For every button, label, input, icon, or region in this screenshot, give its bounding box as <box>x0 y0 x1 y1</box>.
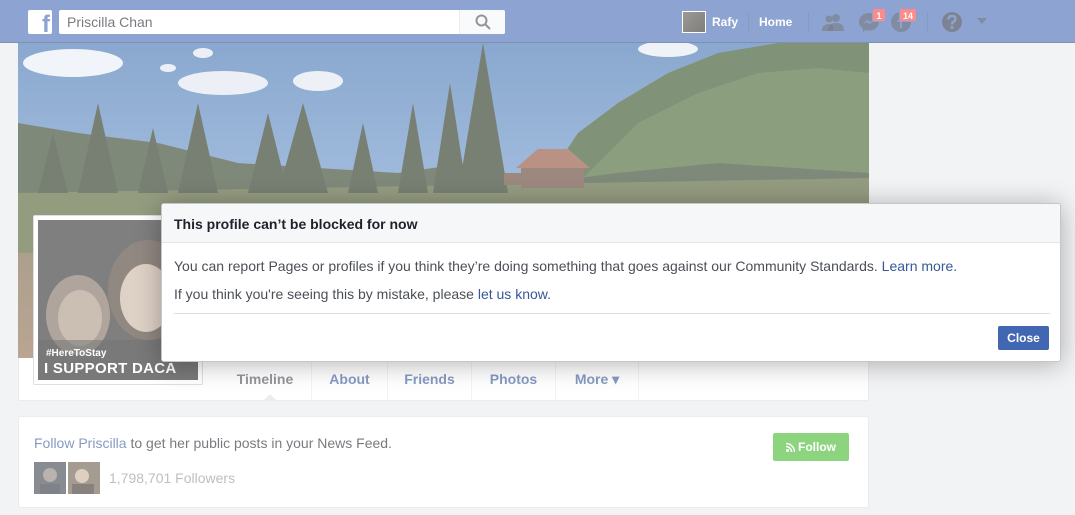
block-profile-dialog: This profile can’t be blocked for now Yo… <box>161 203 1061 362</box>
dialog-title: This profile can’t be blocked for now <box>174 216 418 232</box>
learn-more-link[interactable]: Learn more. <box>882 258 957 274</box>
dialog-divider <box>174 313 1050 314</box>
dialog-mistake-text: If you think you're seeing this by mista… <box>174 286 478 302</box>
dialog-header: This profile can’t be blocked for now <box>162 204 1060 243</box>
let-us-know-link[interactable]: let us know. <box>478 286 551 302</box>
dialog-message: You can report Pages or profiles if you … <box>174 258 957 274</box>
close-button[interactable]: Close <box>998 326 1049 350</box>
dialog-mistake-message: If you think you're seeing this by mista… <box>174 286 551 302</box>
dialog-message-text: You can report Pages or profiles if you … <box>174 258 882 274</box>
